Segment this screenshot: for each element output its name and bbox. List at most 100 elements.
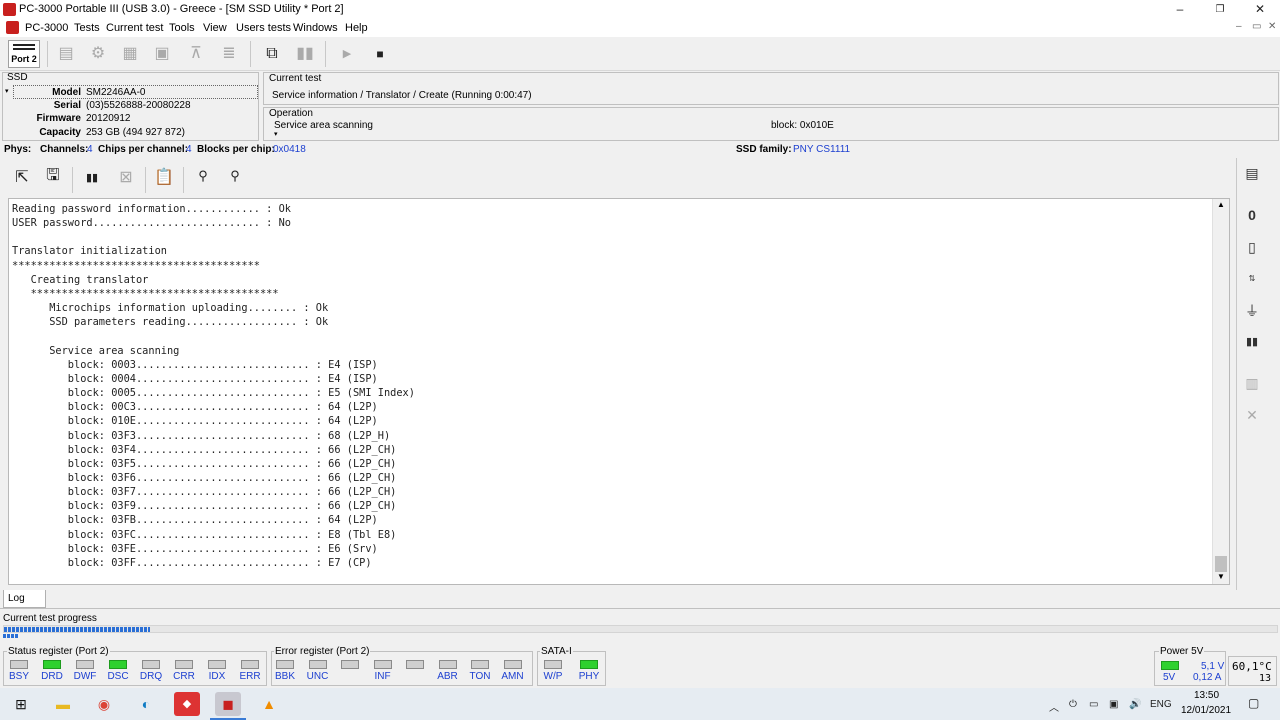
register-led [175, 660, 193, 669]
status-register-group: Status register (Port 2) BSY DRD DWF DSC DRQ… [3, 646, 267, 686]
register-led [373, 660, 392, 669]
tray-network-icon[interactable]: ▣ [1109, 699, 1118, 710]
notifications-icon[interactable]: ▢ [1248, 696, 1259, 710]
menu-view[interactable]: View [203, 20, 227, 36]
toolbar-separator [325, 41, 326, 67]
sata-leds: W/P PHY [538, 652, 607, 687]
mdi-restore-button[interactable]: ▭ [1252, 21, 1261, 32]
save-log-icon[interactable]: 🖫 [40, 164, 66, 188]
clear-log-icon[interactable]: ⊠ [113, 166, 139, 190]
log-line: block: 03F4............................ … [12, 443, 397, 456]
register-led [142, 660, 160, 669]
operation-group: Operation Service area scanning ▾ block:… [263, 107, 1279, 141]
menu-windows[interactable]: Windows [293, 20, 338, 36]
list-icon[interactable]: ≣ [216, 42, 242, 66]
error-register-leds: BBK UNC INF ABR TON AMN [272, 652, 534, 687]
log-console[interactable]: Reading password information............… [8, 198, 1230, 585]
chip-icon[interactable]: ⚙ [85, 42, 111, 66]
log-line: Translator initialization [12, 245, 167, 258]
edge-icon[interactable]: ◐ [133, 692, 159, 716]
find-icon[interactable]: ⚲ [190, 164, 216, 188]
minimize-button[interactable]: – [1160, 0, 1200, 19]
chip-settings-icon[interactable]: ▣ [149, 42, 175, 66]
log-line: USER password...........................… [12, 217, 291, 230]
menu-app-icon[interactable] [6, 21, 19, 34]
port-icon [13, 44, 35, 50]
menu-pc3000[interactable]: PC-3000 [25, 20, 68, 36]
copy-icon[interactable]: ⧉ [259, 42, 285, 66]
register-led-label: DWF [73, 671, 97, 682]
sector-icon[interactable]: ▤ [53, 42, 79, 66]
anydesk-icon[interactable]: ◆ [174, 692, 200, 716]
scroll-up-icon[interactable]: ▲ [1217, 200, 1225, 209]
power-label: Power 5V [1159, 646, 1205, 657]
export-icon[interactable]: ⇱ [9, 166, 35, 190]
stop-icon[interactable]: ■ [367, 42, 393, 66]
log-toolbar-separator [72, 167, 73, 193]
register-led [76, 660, 94, 669]
play-icon[interactable]: ▶ [334, 42, 360, 66]
tray-time[interactable]: 13:50 [1194, 690, 1219, 701]
log-line: block: 03FF............................ … [12, 556, 372, 569]
register-led-label: W/P [543, 671, 563, 682]
title-bar: PC-3000 Portable III (USB 3.0) - Greece … [0, 0, 1280, 19]
chip-flash-icon[interactable]: ▥ [1240, 372, 1264, 394]
log-tab[interactable]: Log [3, 590, 46, 608]
menu-tools[interactable]: Tools [169, 20, 195, 36]
pause-stop-icon[interactable]: ▮▮ [292, 42, 318, 66]
tray-date[interactable]: 12/01/2021 [1181, 705, 1231, 716]
register-led [341, 660, 359, 669]
scroll-down-icon[interactable]: ▼ [1217, 572, 1225, 581]
pause-log-icon[interactable]: ▮▮ [79, 166, 105, 190]
device-icon[interactable]: ▯ [1240, 236, 1264, 258]
circuit-icon[interactable]: ⏚ [1240, 300, 1264, 322]
operation-dropdown-icon[interactable]: ▾ [274, 130, 278, 138]
tray-language[interactable]: ENG [1150, 699, 1172, 710]
register-led-label: IDX [208, 671, 226, 682]
register-led-label: DRQ [139, 671, 163, 682]
log-line: SSD parameters reading..................… [12, 316, 329, 329]
menu-users-tests[interactable]: Users tests [236, 20, 291, 36]
maximize-button[interactable]: ❐ [1200, 0, 1240, 19]
log-scrollbar[interactable]: ▲ ▼ [1212, 199, 1229, 584]
tools-icon[interactable]: ✕ [1240, 404, 1264, 426]
tray-chevron-icon[interactable]: ︿ [1049, 699, 1059, 714]
tray-power-icon[interactable]: ⏻ [1069, 699, 1077, 710]
pc3000-taskbar-icon[interactable]: ◼ [215, 692, 241, 716]
progress-bar [3, 625, 1278, 633]
pause-side-icon[interactable]: ▮▮ [1240, 331, 1264, 353]
tray-battery-icon[interactable]: ▭ [1089, 699, 1098, 710]
windows-taskbar: ⊞ ▬ ◉ ◐ ◆ ◼ ▲ ︿ ⏻ ▭ ▣ 🔊 ENG 13:50 12/01/… [0, 688, 1280, 720]
menu-current-test[interactable]: Current test [106, 20, 163, 36]
window-title: PC-3000 Portable III (USB 3.0) - Greece … [19, 3, 344, 15]
vlc-icon[interactable]: ▲ [256, 692, 282, 716]
tray-volume-icon[interactable]: 🔊 [1129, 699, 1141, 710]
reset-icon[interactable]: ⇅ [1240, 268, 1264, 290]
log-line: block: 03F9............................ … [12, 500, 397, 513]
register-led [503, 660, 522, 669]
capacity-value: 253 GB (494 927 872) [86, 127, 185, 138]
file-explorer-icon[interactable]: ▬ [50, 692, 76, 716]
temperature-group: 60,1°C 13 [1228, 656, 1277, 686]
port-selector-button[interactable]: Port 2 [8, 40, 40, 68]
register-led-label: AMN [501, 671, 524, 682]
scroll-thumb[interactable] [1215, 556, 1227, 572]
sim-card-icon[interactable]: ▤ [1240, 162, 1264, 184]
log-toolbar-separator [183, 167, 184, 193]
find-next-icon[interactable]: ⚲ [222, 164, 248, 188]
scan-icon[interactable]: ⊼ [183, 42, 209, 66]
mdi-minimize-button[interactable]: – [1236, 21, 1242, 32]
serial-label: Serial [53, 100, 81, 111]
mdi-close-button[interactable]: ✕ [1268, 21, 1276, 32]
close-button[interactable]: ✕ [1240, 0, 1280, 19]
log-line: Service area scanning [12, 344, 180, 357]
clipboard-icon[interactable]: 📋 [151, 166, 177, 190]
zero-fill-icon[interactable]: 0 [1240, 204, 1264, 226]
menu-tests[interactable]: Tests [74, 20, 100, 36]
chip-list-icon[interactable]: ▦ [117, 42, 143, 66]
windows-start-icon[interactable]: ⊞ [8, 692, 34, 716]
register-led [580, 660, 598, 669]
chrome-icon[interactable]: ◉ [91, 692, 117, 716]
menu-help[interactable]: Help [345, 20, 368, 36]
progress-label: Current test progress [3, 613, 97, 624]
